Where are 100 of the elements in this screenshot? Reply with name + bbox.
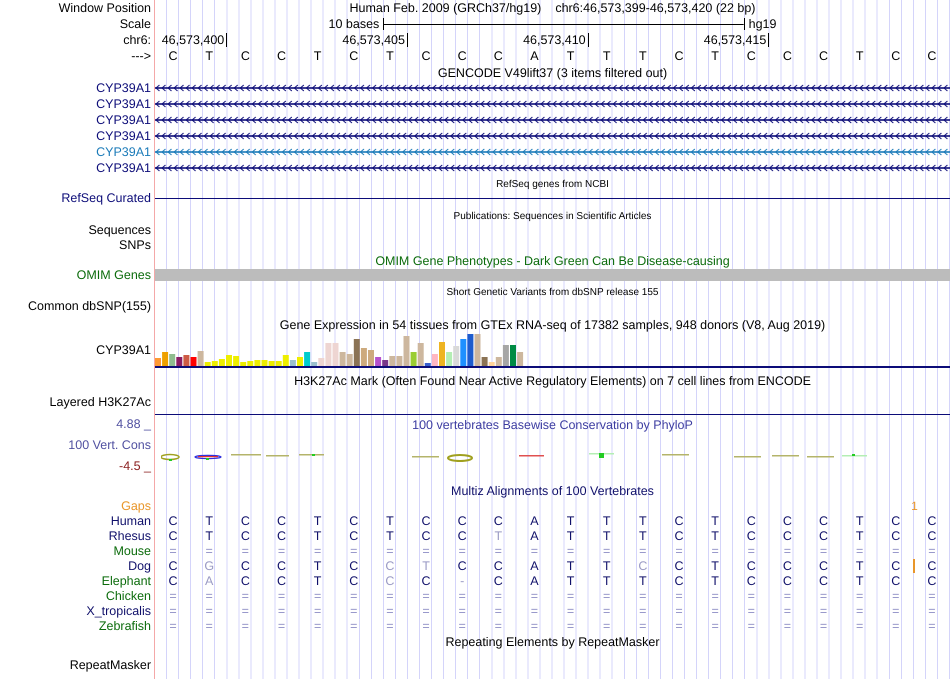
- alignment-base: =: [784, 544, 792, 558]
- alignment-base: =: [494, 604, 502, 618]
- alignment-base: C: [349, 514, 358, 528]
- alignment-base: =: [892, 618, 900, 632]
- scale-assembly: hg19: [748, 17, 776, 31]
- alignment-base: T: [602, 558, 611, 572]
- alignment-base: C: [746, 558, 756, 572]
- sequence-base: C: [746, 49, 756, 63]
- alignment-base: C: [819, 528, 828, 542]
- alignment-base: T: [386, 514, 394, 528]
- species-label: Zebrafish: [98, 618, 151, 632]
- track-title: Repeating Elements by RepeatMasker: [444, 635, 660, 649]
- sequence-base: T: [602, 49, 611, 63]
- sequence-base: C: [458, 49, 467, 63]
- alignment-base: =: [820, 544, 828, 558]
- alignment-base: T: [856, 514, 864, 528]
- alignment-base: =: [278, 588, 286, 602]
- species-label: Elephant: [102, 574, 151, 588]
- alignment-base: T: [314, 558, 322, 572]
- sequence-base: C: [168, 49, 178, 63]
- alignment-base: T: [639, 514, 647, 528]
- alignment-base: =: [494, 588, 502, 602]
- gene-label[interactable]: CYP39A1: [96, 81, 151, 95]
- alignment-base: =: [169, 604, 177, 618]
- alignment-base: =: [458, 588, 466, 602]
- alignment-base: =: [494, 544, 502, 558]
- alignment-base: T: [602, 514, 611, 528]
- alignment-base: =: [603, 588, 610, 602]
- alignment-base: =: [422, 544, 430, 558]
- alignment-base: A: [530, 574, 539, 588]
- alignment-base: T: [639, 574, 647, 588]
- alignment-base: =: [206, 544, 213, 558]
- position-range: chr6:46,573,399-46,573,420 (22 bp): [555, 1, 756, 15]
- alignment-base: =: [892, 544, 900, 558]
- alignment-base: =: [494, 618, 502, 632]
- alignment-base: C: [891, 558, 900, 572]
- strand-label: --->: [131, 49, 151, 63]
- alignment-base: T: [566, 528, 574, 542]
- alignment-base: C: [674, 514, 684, 528]
- alignment-base: =: [386, 618, 394, 632]
- sequence-base: C: [494, 49, 503, 63]
- alignment-base: =: [748, 604, 755, 618]
- alignment-base: C: [927, 558, 936, 572]
- track-title: Gene Expression in 54 tissues from GTEx RNA-seq of 17382 samples, 948 donors (V8, Aug 2019): [278, 318, 826, 332]
- alignment-base: C: [422, 514, 431, 528]
- alignment-base: =: [748, 588, 755, 602]
- gene-label[interactable]: CYP39A1: [96, 161, 151, 175]
- sequence-base: T: [711, 49, 719, 63]
- track-label: SNPs: [119, 238, 151, 252]
- alignment-base: T: [711, 558, 719, 572]
- alignment-base: =: [530, 618, 538, 632]
- alignment-base: C: [819, 558, 828, 572]
- alignment-base: =: [856, 604, 864, 618]
- alignment-base: =: [820, 604, 828, 618]
- track-label: Common dbSNP(155): [28, 299, 151, 313]
- sequence-base: C: [240, 49, 250, 63]
- alignment-base: =: [422, 588, 430, 602]
- track-label: Sequences: [88, 222, 151, 236]
- gene-label[interactable]: CYP39A1: [96, 145, 151, 159]
- alignment-base: =: [711, 588, 719, 602]
- alignment-base: =: [242, 618, 249, 632]
- alignment-base: =: [856, 588, 864, 602]
- alignment-base: =: [820, 618, 828, 632]
- alignment-base: =: [892, 588, 900, 602]
- alignment-base: T: [205, 514, 214, 528]
- alignment-base: C: [385, 558, 394, 572]
- alignment-base: C: [168, 574, 178, 588]
- alignment-base: T: [639, 528, 647, 542]
- alignment-base: C: [494, 558, 503, 572]
- alignment-base: C: [819, 514, 828, 528]
- alignment-base: =: [566, 588, 574, 602]
- alignment-base: T: [711, 514, 719, 528]
- alignment-base: =: [639, 618, 646, 632]
- alignment-base: T: [494, 528, 502, 542]
- alignment-base: =: [169, 544, 177, 558]
- alignment-base: C: [349, 528, 358, 542]
- gene-label[interactable]: CYP39A1: [96, 129, 151, 143]
- gene-label[interactable]: CYP39A1: [96, 113, 151, 127]
- gene-label[interactable]: CYP39A1: [96, 97, 151, 111]
- alignment-base: =: [748, 544, 755, 558]
- track-title: RefSeq genes from NCBI: [495, 179, 610, 190]
- alignment-base: C: [168, 558, 178, 572]
- alignment-base: =: [386, 544, 394, 558]
- alignment-base: C: [494, 574, 503, 588]
- track-title: GENCODE V49lift37 (3 items filtered out): [436, 66, 668, 80]
- coordinate-tick: 46,573,410: [523, 33, 589, 47]
- alignment-base: =: [530, 588, 538, 602]
- alignment-base: C: [674, 558, 684, 572]
- alignment-base: =: [639, 544, 646, 558]
- alignment-base: =: [928, 618, 936, 632]
- alignment-base: A: [530, 528, 539, 542]
- sequence-base: T: [314, 49, 322, 63]
- track-title: 100 vertebrates Basewise Conservation by PhyloP: [411, 418, 694, 432]
- alignment-base: C: [927, 528, 936, 542]
- alignment-base: C: [891, 574, 900, 588]
- alignment-base: =: [675, 618, 683, 632]
- alignment-base: T: [386, 528, 394, 542]
- sequence-base: A: [530, 49, 539, 63]
- sequence-base: C: [819, 49, 828, 63]
- alignment-base: C: [782, 528, 792, 542]
